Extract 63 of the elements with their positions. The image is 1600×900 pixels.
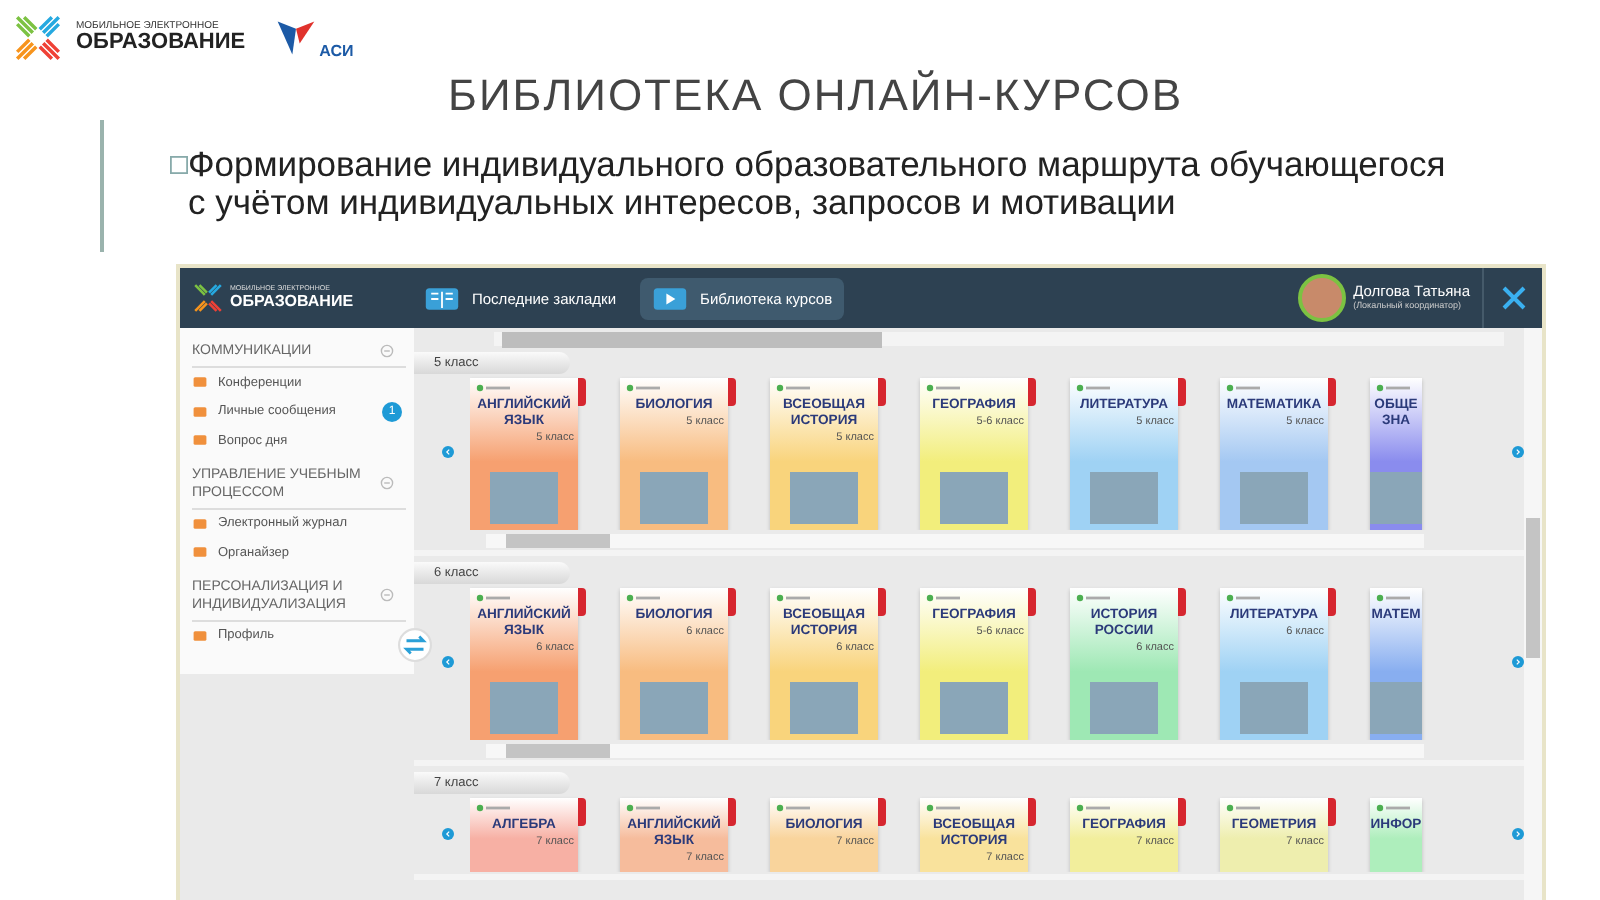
- swap-arrows-icon[interactable]: [398, 628, 432, 662]
- scrollbar-thumb[interactable]: [502, 332, 882, 348]
- brand-name: ОБРАЗОВАНИЕ: [230, 293, 354, 310]
- photo-placeholder: [790, 472, 858, 524]
- bookmark-ribbon: [878, 798, 886, 826]
- bookmark-ribbon: [1028, 798, 1036, 826]
- bookmark-ribbon: [878, 378, 886, 406]
- bookmark-ribbon: [1328, 378, 1336, 406]
- photo-placeholder: [1090, 682, 1158, 734]
- menu-item-icon: [192, 627, 208, 644]
- bookmark-ribbon: [728, 378, 736, 406]
- collapse-icon[interactable]: [380, 588, 394, 602]
- photo-placeholder: [1370, 472, 1422, 524]
- left-arrow-icon[interactable]: [442, 656, 454, 668]
- photo-placeholder: [490, 472, 558, 524]
- photo-placeholder: [1240, 472, 1308, 524]
- photo-placeholder: [940, 472, 1008, 524]
- bookmark-ribbon: [1028, 378, 1036, 406]
- horizontal-scrollbar[interactable]: [486, 744, 1424, 758]
- bookmark-ribbon: [728, 798, 736, 826]
- video-icon: [652, 285, 689, 311]
- right-arrow-icon[interactable]: [1512, 656, 1524, 668]
- bookmark-ribbon: [578, 798, 586, 826]
- bullet-text: Формирование индивидуального образовательного маршрута обучающегося с учётом индивидуальных интересов, запросов и мотивации: [188, 146, 1448, 222]
- bookmark-ribbon: [878, 588, 886, 616]
- photo-placeholder: [940, 682, 1008, 734]
- bookmark-ribbon: [1328, 588, 1336, 616]
- photo-placeholder: [490, 682, 558, 734]
- collapse-icon[interactable]: [380, 476, 394, 490]
- scrollbar-thumb[interactable]: [1526, 518, 1540, 658]
- bookmark-ribbon: [1178, 798, 1186, 826]
- bookmark-ribbon: [578, 378, 586, 406]
- photo-placeholder: [1240, 682, 1308, 734]
- right-arrow-icon[interactable]: [1512, 827, 1524, 839]
- vertical-scrollbar[interactable]: [1524, 328, 1542, 900]
- horizontal-scrollbar[interactable]: [494, 332, 1504, 346]
- close-icon: [1501, 286, 1525, 310]
- photo-placeholder: [1090, 472, 1158, 524]
- left-arrow-icon[interactable]: [442, 446, 454, 458]
- photo-placeholder: [1370, 682, 1422, 734]
- right-arrow-icon[interactable]: [1512, 446, 1524, 458]
- scrollbar-thumb[interactable]: [506, 534, 610, 548]
- collapse-icon[interactable]: [380, 344, 394, 358]
- photo-placeholder: [640, 682, 708, 734]
- bookmark-ribbon: [578, 588, 586, 616]
- slide-title: БИБЛИОТЕКА ОНЛАЙН-КУРСОВ: [448, 68, 1186, 124]
- book-icon: [424, 285, 460, 311]
- left-arrow-icon[interactable]: [442, 827, 454, 839]
- bookmark-ribbon: [1328, 798, 1336, 826]
- photo-placeholder: [790, 682, 858, 734]
- avatar: [1297, 274, 1346, 322]
- brand-logo-icon: [12, 12, 64, 64]
- bookmark-ribbon: [728, 588, 736, 616]
- scrollbar-thumb[interactable]: [506, 744, 610, 758]
- square-bullet-icon: [170, 156, 188, 174]
- bookmark-ribbon: [1178, 588, 1186, 616]
- brand-logo-icon: [192, 282, 224, 314]
- bookmark-ribbon: [1028, 588, 1036, 616]
- partner-logo-text: АСИ: [319, 42, 354, 60]
- brand-name: ОБРАЗОВАНИЕ: [76, 32, 246, 54]
- bookmark-ribbon: [1178, 378, 1186, 406]
- photo-placeholder: [640, 472, 708, 524]
- horizontal-scrollbar[interactable]: [486, 534, 1424, 548]
